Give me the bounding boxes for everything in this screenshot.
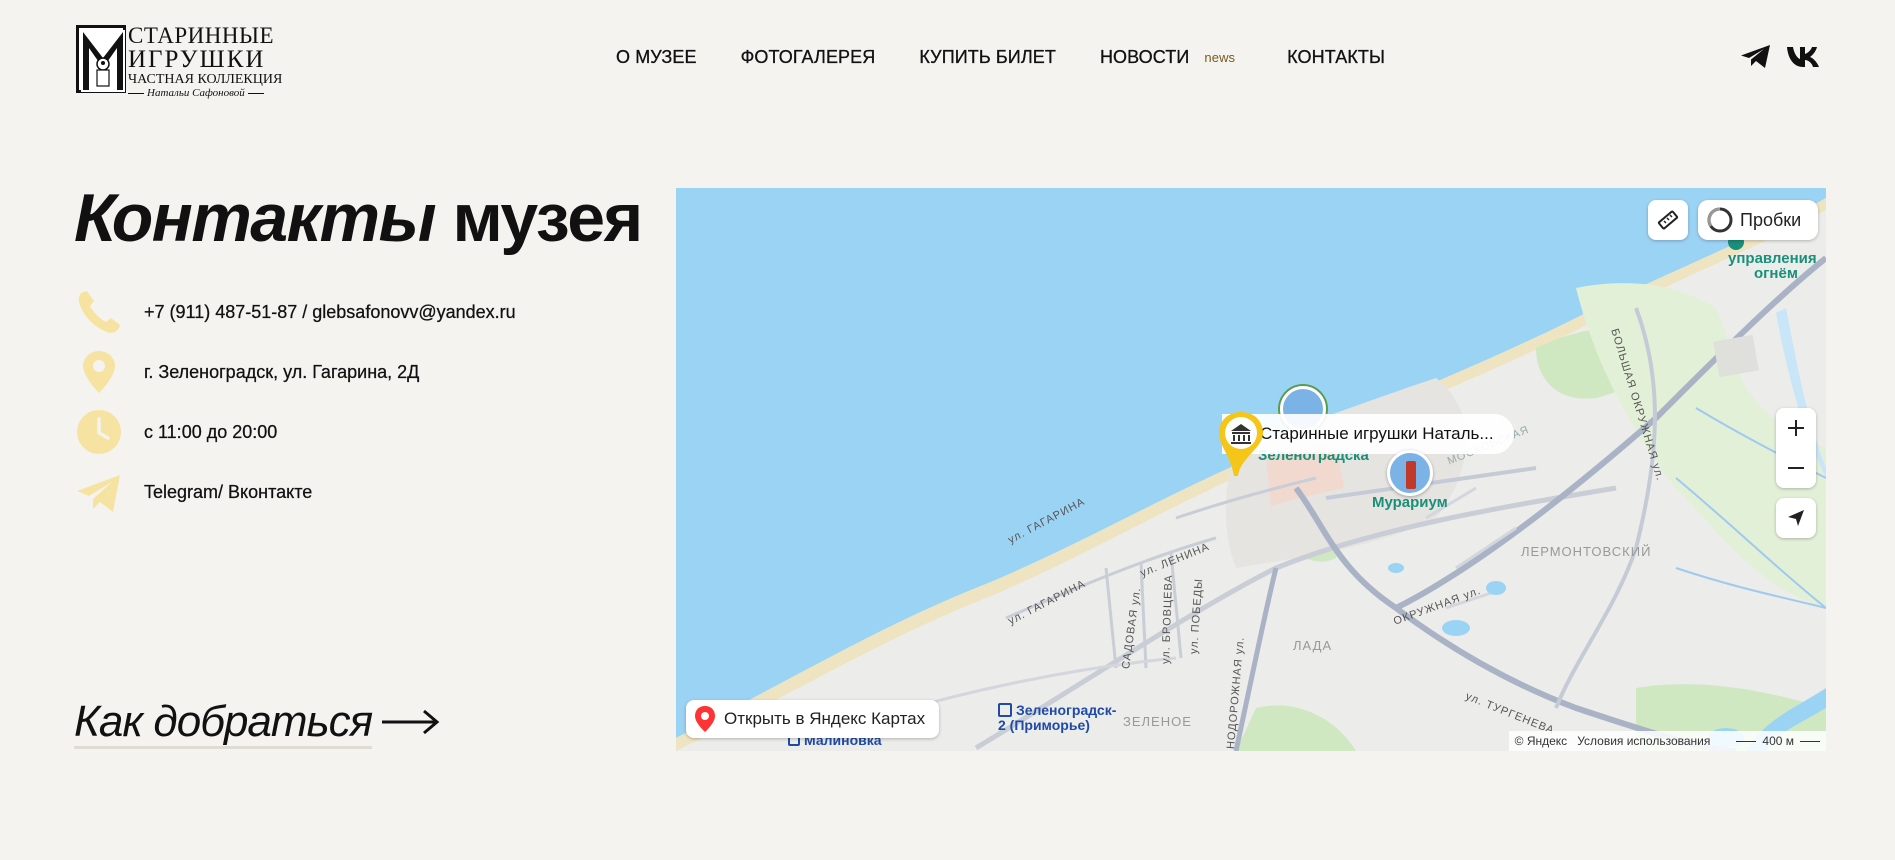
telegram-plane-icon — [76, 469, 122, 515]
plus-icon — [1788, 420, 1804, 436]
train-icon — [998, 703, 1012, 717]
zoom-out-button[interactable] — [1776, 448, 1816, 488]
contact-address-row: г. Зеленоградск, ул. Гагарина, 2Д — [76, 349, 419, 395]
station-label: Зеленоградск- 2 (Приморье) — [998, 703, 1116, 732]
traffic-button[interactable]: Пробки — [1698, 200, 1818, 240]
vk-icon[interactable] — [1786, 45, 1820, 74]
how-to-get-link[interactable]: Как добраться — [74, 700, 440, 749]
navigation-arrow-icon — [1788, 510, 1804, 526]
how-to-get-label: Как добраться — [74, 700, 373, 749]
terms-link[interactable]: Условия использования — [1577, 734, 1710, 748]
map-scale: 400 м — [1736, 734, 1820, 748]
main-nav: О МУЗЕЕ ФОТОГАЛЕРЕЯ КУПИТЬ БИЛЕТ НОВОСТИ… — [616, 47, 1385, 68]
page-title-rest: музея — [435, 180, 644, 256]
logo-text: СТАРИННЫЕ ИГРУШКИ ЧАСТНАЯ КОЛЛЕКЦИЯ Ната… — [128, 24, 282, 99]
zoom-in-button[interactable] — [1776, 408, 1816, 448]
scale-label: 400 м — [1762, 734, 1794, 748]
lighthouse-icon — [1386, 450, 1433, 496]
contact-phone[interactable]: +7 (911) 487-51-87 / glebsafonovv@yandex… — [144, 301, 516, 323]
museum-logo[interactable]: СТАРИННЫЕ ИГРУШКИ ЧАСТНАЯ КОЛЛЕКЦИЯ Ната… — [76, 24, 282, 99]
page-title: Контакты музея — [74, 184, 643, 252]
contact-address: г. Зеленоградск, ул. Гагарина, 2Д — [144, 361, 420, 382]
museum-pin-icon[interactable] — [1216, 410, 1266, 485]
logo-line-4: Натальи Сафоновой — [128, 88, 282, 99]
contact-hours: с 11:00 до 20:00 — [144, 421, 278, 442]
phone-icon — [76, 289, 122, 335]
nav-item-contacts[interactable]: КОНТАКТЫ — [1287, 47, 1385, 68]
contact-phone-row: +7 (911) 487-51-87 / glebsafonovv@yandex… — [76, 289, 516, 335]
district-label: ЛЕРМОНТОВСКИЙ — [1521, 544, 1652, 559]
arrow-right-icon — [380, 707, 440, 742]
district-label: ЛАДА — [1293, 638, 1333, 653]
yandex-map[interactable]: ул. ГАГАРИНА ул. ГАГАРИНА ул. ЛЕНИНА САД… — [676, 188, 1826, 751]
copyright-text: © Яндекс — [1514, 734, 1568, 748]
station-line-1: Зеленоградск- — [1016, 702, 1117, 718]
locate-button[interactable] — [1776, 498, 1816, 538]
murarium-label: Мурариум — [1372, 494, 1448, 511]
logo-line-2: ИГРУШКИ — [128, 46, 266, 73]
station-line-2: 2 (Приморье) — [998, 716, 1090, 733]
contact-messengers[interactable]: Telegram/ Вконтакте — [144, 481, 313, 503]
traffic-icon — [1707, 207, 1733, 233]
fire-dept-line-2: огнём — [1754, 265, 1798, 282]
contact-hours-row: с 11:00 до 20:00 — [76, 409, 277, 455]
district-label: ЗЕЛЕНОЕ — [1123, 714, 1192, 729]
clock-icon — [76, 409, 122, 455]
logo-signature: Натальи Сафоновой — [147, 87, 245, 99]
logo-emblem-icon — [76, 25, 126, 93]
murarium-marker[interactable]: Мурариум — [1372, 450, 1448, 511]
social-links — [1740, 44, 1820, 75]
logo-line-3: ЧАСТНАЯ КОЛЛЕКЦИЯ — [128, 72, 283, 87]
page-title-italic: Контакты — [74, 180, 437, 256]
traffic-label: Пробки — [1740, 209, 1802, 230]
fire-dept-label: управления огнём — [1728, 234, 1826, 281]
yandex-pin-icon — [695, 706, 715, 732]
open-in-yandex-maps-button[interactable]: Открыть в Яндекс Картах — [686, 700, 940, 738]
news-badge: news — [1204, 50, 1236, 65]
nav-item-about[interactable]: О МУЗЕЕ — [616, 47, 697, 68]
nav-item-buy-ticket[interactable]: КУПИТЬ БИЛЕТ — [919, 47, 1056, 68]
open-in-yandex-label: Открыть в Яндекс Картах — [724, 709, 926, 728]
ruler-button[interactable] — [1648, 200, 1688, 240]
contact-messengers-row: Telegram/ Вконтакте — [76, 469, 312, 515]
logo-line-1: СТАРИННЫЕ — [128, 23, 275, 48]
ruler-icon — [1657, 210, 1679, 230]
nav-item-gallery[interactable]: ФОТОГАЛЕРЕЯ — [740, 47, 875, 68]
telegram-icon[interactable] — [1740, 44, 1772, 75]
map-attribution: © Яндекс Условия использования 400 м — [1508, 731, 1826, 751]
nav-item-news[interactable]: НОВОСТИ — [1100, 47, 1190, 68]
location-pin-icon — [76, 349, 122, 395]
minus-icon — [1788, 467, 1804, 469]
